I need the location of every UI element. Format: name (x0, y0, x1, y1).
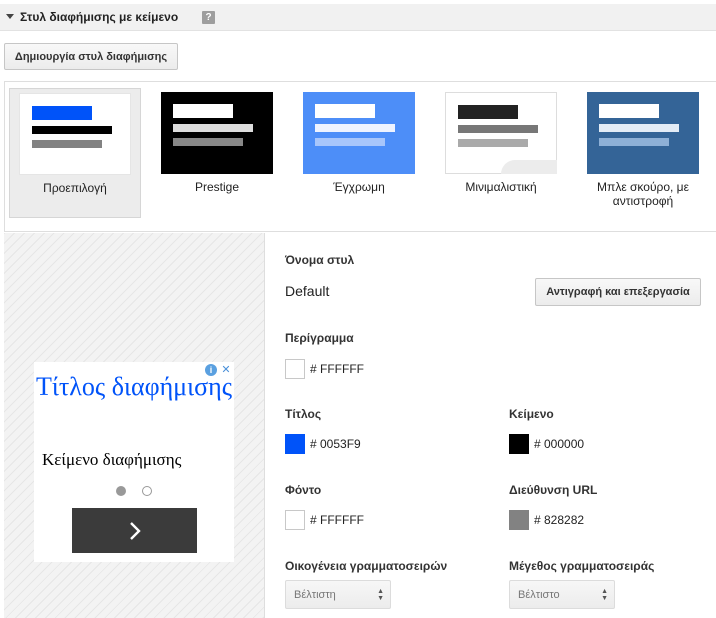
collapse-triangle-icon[interactable] (6, 14, 14, 19)
style-option-colored[interactable]: Έγχρωμη (293, 88, 425, 218)
style-option-minimal[interactable]: Μινιμαλιστική (435, 88, 567, 218)
style-label: Μινιμαλιστική (465, 180, 537, 194)
style-options-panel: Προεπιλογή Prestige Έγχρωμη Μινιμαλιστικ… (4, 81, 716, 232)
style-thumbnail-default (19, 93, 131, 175)
select-arrows-icon: ▲ ▼ (601, 588, 608, 602)
select-arrows-icon: ▲ ▼ (377, 588, 384, 602)
background-color-hex[interactable]: # FFFFFF (310, 513, 364, 527)
border-label: Περίγραμμα (285, 331, 354, 345)
font-family-value: Βέλτιστη (294, 589, 336, 601)
help-icon[interactable]: ? (202, 11, 215, 24)
carousel-dot[interactable] (142, 486, 152, 496)
border-color-swatch[interactable] (285, 359, 305, 379)
font-family-select[interactable]: Βέλτιστη ▲ ▼ (285, 580, 391, 609)
style-settings: Όνομα στυλ Default Αντιγραφή και επεξεργ… (265, 233, 716, 618)
style-option-prestige[interactable]: Prestige (151, 88, 283, 218)
ad-text: Κείμενο διαφήμισης (42, 450, 182, 469)
style-thumbnail-dark-blue-inverted (587, 92, 699, 174)
style-label: Έγχρωμη (333, 180, 385, 194)
chevron-right-icon (129, 521, 141, 540)
style-label: Prestige (194, 180, 240, 194)
border-color-hex[interactable]: # FFFFFF (310, 362, 364, 376)
url-label: Διεύθυνση URL (509, 483, 598, 497)
text-color-hex[interactable]: # 000000 (534, 437, 584, 451)
copy-and-edit-button[interactable]: Αντιγραφή και επεξεργασία (535, 278, 701, 306)
title-color-hex[interactable]: # 0053F9 (310, 437, 361, 451)
ad-cta-button[interactable] (72, 508, 197, 553)
style-thumbnail-prestige (161, 92, 273, 174)
create-ad-style-button[interactable]: Δημιουργία στυλ διαφήμισης (4, 43, 178, 70)
section-title: Στυλ διαφήμισης με κείμενο (20, 10, 179, 24)
style-name-label: Όνομα στυλ (285, 253, 355, 267)
style-option-default[interactable]: Προεπιλογή (9, 88, 141, 218)
style-option-dark-blue-inverted[interactable]: Μπλε σκούρο, με αντιστροφή (577, 88, 709, 218)
text-label: Κείμενο (509, 407, 554, 421)
style-label: Μπλε σκούρο, με αντιστροφή (597, 180, 689, 208)
title-color-swatch[interactable] (285, 434, 305, 454)
url-color-swatch[interactable] (509, 510, 529, 530)
ad-preview-area: i ✕ Τίτλος διαφήμισης Κείμενο διαφήμισης (4, 233, 265, 618)
style-label: Προεπιλογή (43, 181, 107, 195)
title-label: Τίτλος (285, 407, 322, 421)
style-name-value: Default (285, 283, 330, 299)
background-color-swatch[interactable] (285, 510, 305, 530)
carousel-dot-active[interactable] (116, 486, 126, 496)
url-color-hex[interactable]: # 828282 (534, 513, 584, 527)
style-thumbnail-minimal (445, 92, 557, 174)
ad-title[interactable]: Τίτλος διαφήμισης (34, 370, 234, 404)
font-family-label: Οικογένεια γραμματοσειρών (285, 559, 448, 573)
font-size-value: Βέλτιστο (518, 589, 560, 601)
ad-preview[interactable]: i ✕ Τίτλος διαφήμισης Κείμενο διαφήμισης (34, 362, 234, 562)
font-size-select[interactable]: Βέλτιστο ▲ ▼ (509, 580, 615, 609)
font-size-label: Μέγεθος γραμματοσειράς (509, 559, 655, 573)
text-color-swatch[interactable] (509, 434, 529, 454)
section-header[interactable]: Στυλ διαφήμισης με κείμενο ? (0, 4, 716, 31)
background-label: Φόντο (285, 483, 322, 497)
style-thumbnail-colored (303, 92, 415, 174)
